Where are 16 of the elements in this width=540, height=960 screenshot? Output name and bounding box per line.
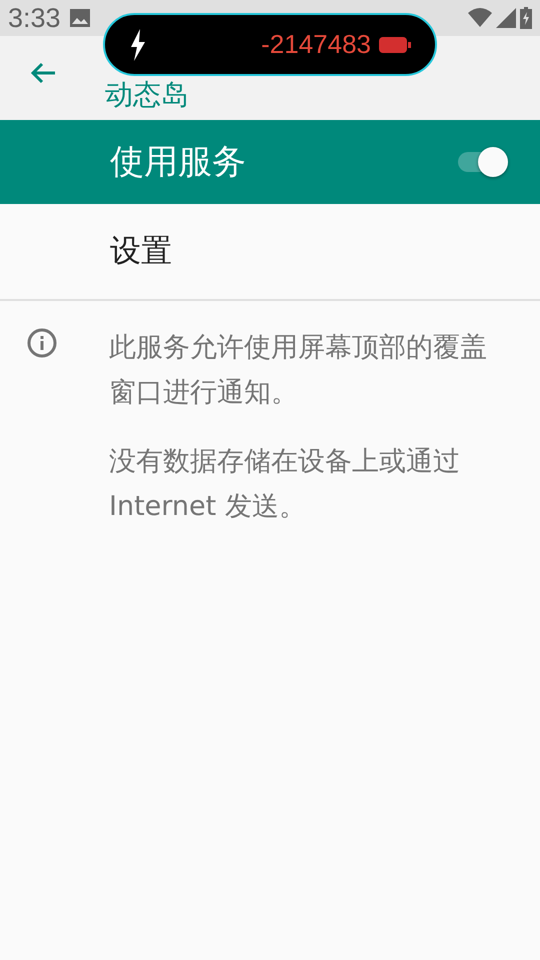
- signal-icon: [496, 8, 516, 28]
- info-paragraph: 此服务允许使用屏幕顶部的覆盖窗口进行通知。: [109, 331, 488, 410]
- image-icon: [68, 8, 91, 28]
- back-arrow-icon[interactable]: [29, 61, 57, 85]
- info-icon: [26, 327, 58, 359]
- wifi-icon: [468, 8, 492, 28]
- toggle-switch[interactable]: [456, 146, 510, 178]
- battery-reading: -2147483: [261, 28, 371, 61]
- battery-charging-icon: [520, 7, 532, 29]
- settings-item[interactable]: 设置: [110, 228, 172, 275]
- switch-label: 使用服务: [110, 140, 246, 184]
- battery-icon: [379, 36, 411, 54]
- clock-time: 3:33: [7, 2, 61, 35]
- screen-title: 动态岛: [105, 77, 189, 113]
- lightning-icon: [129, 28, 147, 60]
- info-paragraph: 没有数据存储在设备上或通过 Internet 发送。: [109, 445, 461, 524]
